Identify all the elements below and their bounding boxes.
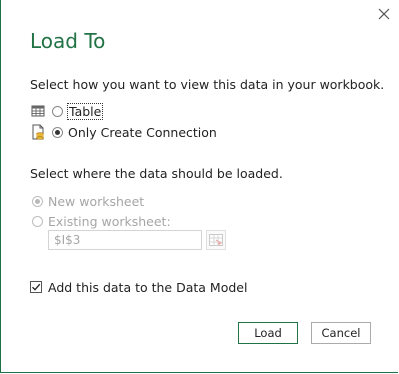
load-to-dialog: Load To Select how you want to view this…: [0, 0, 398, 373]
cancel-button[interactable]: Cancel: [311, 322, 371, 344]
option-only-create-connection[interactable]: Only Create Connection: [30, 123, 217, 141]
existing-worksheet-radio[interactable]: [32, 215, 43, 227]
option-existing-worksheet[interactable]: Existing worksheet:: [32, 212, 171, 230]
close-icon: [378, 8, 390, 20]
data-model-checkbox[interactable]: [30, 281, 42, 293]
data-model-option[interactable]: Add this data to the Data Model: [30, 279, 247, 295]
connection-icon: [30, 124, 46, 140]
range-picker-button[interactable]: [206, 230, 226, 250]
load-button[interactable]: Load: [238, 322, 298, 344]
checkmark-icon: [32, 283, 41, 291]
only-create-connection-radio[interactable]: [52, 126, 63, 138]
dialog-title: Load To: [30, 29, 106, 53]
table-label: Table: [66, 102, 104, 120]
table-radio[interactable]: [52, 105, 63, 117]
new-worksheet-label: New worksheet: [48, 193, 145, 209]
cell-reference-input[interactable]: $I$3: [48, 230, 202, 250]
option-table[interactable]: Table: [30, 102, 104, 120]
range-picker-icon: [209, 234, 223, 246]
only-create-connection-label: Only Create Connection: [68, 124, 217, 140]
view-prompt: Select how you want to view this data in…: [30, 77, 385, 92]
close-button[interactable]: [375, 5, 393, 23]
existing-worksheet-label: Existing worksheet:: [48, 213, 171, 229]
location-prompt: Select where the data should be loaded.: [30, 166, 283, 181]
table-icon: [30, 103, 46, 119]
option-new-worksheet[interactable]: New worksheet: [32, 192, 144, 210]
new-worksheet-radio[interactable]: [32, 195, 43, 207]
data-model-label: Add this data to the Data Model: [48, 279, 248, 295]
